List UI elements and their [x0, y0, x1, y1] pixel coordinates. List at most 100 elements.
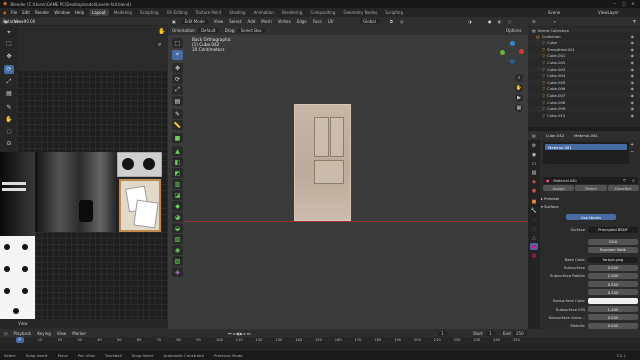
outliner-object-row[interactable]: ▽ Cube.009 ◉	[528, 105, 640, 112]
sss-method-dropdown[interactable]: Random Walk	[588, 246, 638, 253]
proportional-icon[interactable]: ◎	[400, 19, 404, 24]
remove-slot-icon[interactable]: −	[630, 149, 634, 155]
keying-menu[interactable]: Keying	[37, 331, 50, 336]
selected-mesh-door[interactable]	[294, 104, 351, 221]
edge-menu[interactable]: Edge	[297, 19, 307, 24]
transform-tool-icon[interactable]: ▤	[4, 89, 14, 98]
pan-view-icon[interactable]: ✋	[515, 84, 523, 92]
properties-type-icon[interactable]: ▤	[532, 133, 536, 138]
outliner-object-row[interactable]: ▽ Cube.006 ◉	[528, 85, 640, 92]
inset-icon[interactable]: ◧	[172, 157, 183, 167]
tab-uv-editing[interactable]: UV Editing	[164, 9, 191, 16]
bevel-icon[interactable]: ◩	[172, 168, 183, 178]
knife-icon[interactable]: ◪	[172, 190, 183, 200]
spin-icon[interactable]: ◕	[172, 212, 183, 222]
orientation-dropdown[interactable]: Default	[197, 28, 219, 33]
object-tab-icon[interactable]: ■	[530, 198, 538, 205]
outliner-object-row[interactable]: ▽ Cube.005 ◉	[528, 79, 640, 86]
property-value-field[interactable]: 0.100	[588, 289, 638, 296]
menu-render[interactable]: Render	[35, 10, 49, 15]
cursor-icon[interactable]: ⌖	[172, 50, 183, 60]
distribution-dropdown[interactable]: GGX	[588, 238, 638, 245]
outliner-object-row[interactable]: ▽ Smoothed.001 ◉	[528, 46, 640, 53]
visibility-eye-icon[interactable]: ◉	[631, 34, 635, 39]
visibility-eye-icon[interactable]: ◉	[631, 40, 635, 45]
camera-view-icon[interactable]: ▶	[515, 94, 523, 102]
tab-animation[interactable]: Animation	[251, 9, 277, 16]
modifier-tab-icon[interactable]: 🔧	[530, 207, 538, 214]
scene-tab-icon[interactable]: ◆	[530, 178, 538, 185]
maximize-icon[interactable]: □	[621, 1, 627, 6]
overlay-icon[interactable]: ◑	[468, 19, 472, 24]
visibility-eye-icon[interactable]: ◉	[631, 100, 635, 105]
timeline-type-icon[interactable]: ◷	[4, 331, 8, 336]
material-datablock[interactable]: ● Material.061 ⛉ ✕	[543, 177, 638, 184]
zoom-icon[interactable]: ⌕	[158, 41, 161, 49]
material-slot-list[interactable]: Material.061	[543, 142, 629, 164]
add-slot-icon[interactable]: +	[630, 142, 634, 148]
playback-controls-icon[interactable]: ⏮◂◀▶▸⏭	[228, 331, 251, 336]
outliner-object-row[interactable]: ▽ Cube.004 ◉	[528, 72, 640, 79]
options-dropdown[interactable]: Options	[506, 28, 521, 33]
shading-render-icon[interactable]: ○	[508, 19, 512, 24]
uv-footer-view[interactable]: View	[18, 321, 28, 326]
preview-panel-header[interactable]: ▸ Preview	[541, 196, 559, 201]
outliner-search-icon[interactable]: ⌕	[554, 19, 556, 24]
transform-orientation-dropdown[interactable]: Global	[360, 19, 379, 24]
physics-tab-icon[interactable]: ◌	[530, 225, 538, 232]
timeline-view-menu[interactable]: View	[57, 331, 67, 336]
add-cube-icon[interactable]: ■	[172, 133, 183, 143]
navigation-gizmo[interactable]	[498, 40, 526, 70]
mode-dropdown[interactable]: Edit Mode	[181, 19, 208, 24]
measure-icon[interactable]: 📏	[172, 120, 183, 130]
scale-tool-icon[interactable]: ⤢	[4, 77, 14, 86]
fake-user-icon[interactable]: ⛉	[623, 178, 626, 183]
texture-tab-icon[interactable]: ▦	[530, 252, 538, 259]
select-tool-icon[interactable]: ⬚	[172, 38, 183, 48]
use-nodes-button[interactable]: Use Nodes	[566, 214, 616, 220]
surface-panel-header[interactable]: ▾ Surface	[541, 204, 559, 209]
tab-geometry-nodes[interactable]: Geometry Nodes	[340, 9, 380, 16]
move-icon[interactable]: ✥	[172, 63, 183, 73]
shear-icon[interactable]: ▨	[172, 256, 183, 266]
minimize-icon[interactable]: –	[612, 1, 618, 6]
shrink-fatten-icon[interactable]: ◉	[172, 245, 183, 255]
move-tool-icon[interactable]: ✥	[4, 52, 14, 61]
rotate-icon[interactable]: ⟳	[172, 74, 183, 84]
data-tab-icon[interactable]: △	[530, 234, 538, 241]
unlink-icon[interactable]: ✕	[632, 178, 635, 183]
outliner-object-row[interactable]: ▽ Cube.008 ◉	[528, 99, 640, 105]
select-menu[interactable]: Select	[229, 19, 241, 24]
visibility-eye-icon[interactable]: ◉	[631, 86, 635, 91]
render-tab-icon[interactable]: ◉	[530, 151, 538, 158]
tool-tab-icon[interactable]: ⚙	[530, 142, 538, 149]
visibility-eye-icon[interactable]: ◉	[631, 53, 635, 58]
property-value-field[interactable]	[588, 297, 638, 304]
tab-texture-paint[interactable]: Texture Paint	[192, 9, 224, 16]
outliner-object-row[interactable]: ▽ Cube.001 ◉	[528, 52, 640, 59]
output-tab-icon[interactable]: ▭	[530, 160, 538, 167]
base-color-texture-field[interactable]: fortpic.png	[588, 256, 638, 263]
outliner-object-row[interactable]: ▽ Cube ◉	[528, 39, 640, 46]
pinch-tool-icon[interactable]: ⊙	[4, 139, 14, 148]
rip-region-icon[interactable]: ◈	[172, 267, 183, 277]
add-menu[interactable]: Add	[248, 19, 256, 24]
blender-menu-icon[interactable]: ◉	[3, 10, 7, 15]
end-frame-field[interactable]: 250	[513, 330, 527, 336]
transform-icon[interactable]: ▤	[172, 96, 183, 106]
select-box-icon[interactable]: ⬚	[4, 39, 14, 48]
view-menu[interactable]: View	[214, 19, 224, 24]
outliner-object-row[interactable]: ▽ Cube.010 ◉	[528, 112, 640, 119]
property-value-field[interactable]: 0.000	[588, 314, 638, 321]
outliner-object-row[interactable]: ▽ Cube.003 ◉	[528, 66, 640, 72]
menu-edit[interactable]: Edit	[22, 10, 30, 15]
tab-compositing[interactable]: Compositing	[307, 9, 338, 16]
material-name-field[interactable]: Material.061	[553, 178, 577, 183]
current-frame-field[interactable]: 1	[438, 330, 447, 336]
shading-material-icon[interactable]: ◐	[498, 19, 502, 24]
vertex-menu[interactable]: Vertex	[278, 19, 291, 24]
menu-file[interactable]: File	[11, 10, 18, 15]
visibility-eye-icon[interactable]: ◉	[631, 93, 635, 98]
visibility-eye-icon[interactable]: ◉	[631, 80, 635, 85]
visibility-eye-icon[interactable]: ◉	[631, 60, 635, 65]
